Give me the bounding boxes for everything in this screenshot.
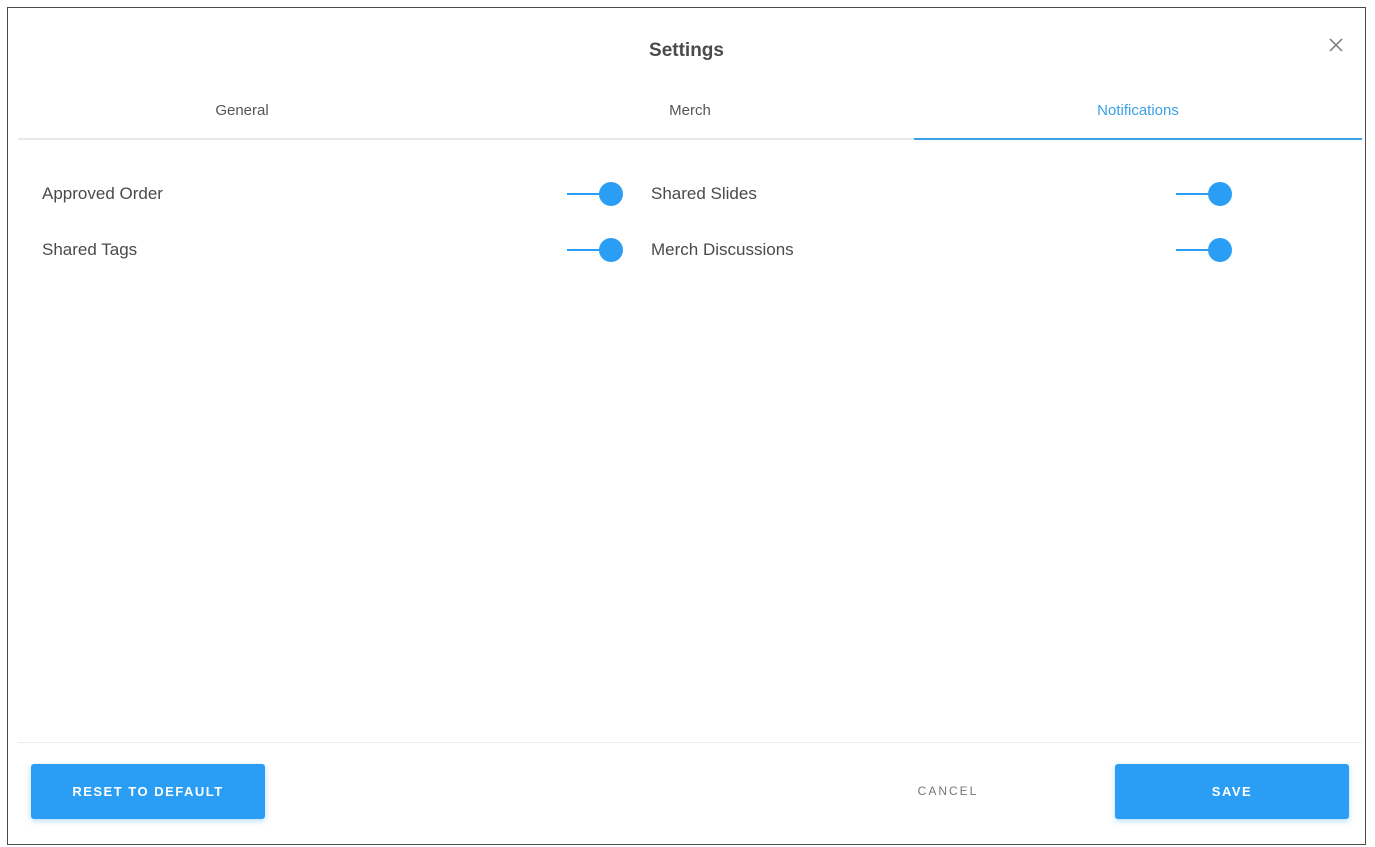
toggle-knob: [599, 238, 623, 262]
setting-merch-discussions: Merch Discussions: [651, 232, 794, 268]
approved-order-toggle[interactable]: [567, 179, 625, 209]
merch-discussions-toggle[interactable]: [1176, 235, 1234, 265]
toggle-knob: [1208, 238, 1232, 262]
tab-bar: General Merch Notifications: [18, 88, 1362, 140]
setting-label: Merch Discussions: [651, 240, 794, 259]
tab-notifications[interactable]: Notifications: [914, 88, 1362, 140]
setting-approved-order: Approved Order: [42, 176, 163, 212]
save-button[interactable]: SAVE: [1115, 764, 1349, 819]
tab-general[interactable]: General: [18, 88, 466, 138]
close-icon[interactable]: [1325, 34, 1347, 56]
dialog-title: Settings: [649, 40, 724, 61]
settings-dialog: Settings General Merch Notifications App…: [7, 7, 1366, 845]
reset-to-default-button[interactable]: RESET TO DEFAULT: [31, 764, 265, 819]
setting-label: Shared Slides: [651, 184, 757, 203]
tab-label: Notifications: [1097, 102, 1179, 119]
footer-divider: [18, 742, 1362, 743]
setting-label: Approved Order: [42, 184, 163, 203]
tab-merch[interactable]: Merch: [466, 88, 914, 138]
toggle-knob: [1208, 182, 1232, 206]
setting-label: Shared Tags: [42, 240, 138, 259]
cancel-button[interactable]: CANCEL: [888, 764, 1008, 819]
tab-label: General: [215, 102, 269, 119]
shared-slides-toggle[interactable]: [1176, 179, 1234, 209]
setting-shared-slides: Shared Slides: [651, 176, 757, 212]
shared-tags-toggle[interactable]: [567, 235, 625, 265]
toggle-knob: [599, 182, 623, 206]
tab-label: Merch: [669, 102, 711, 119]
setting-shared-tags: Shared Tags: [42, 232, 137, 268]
